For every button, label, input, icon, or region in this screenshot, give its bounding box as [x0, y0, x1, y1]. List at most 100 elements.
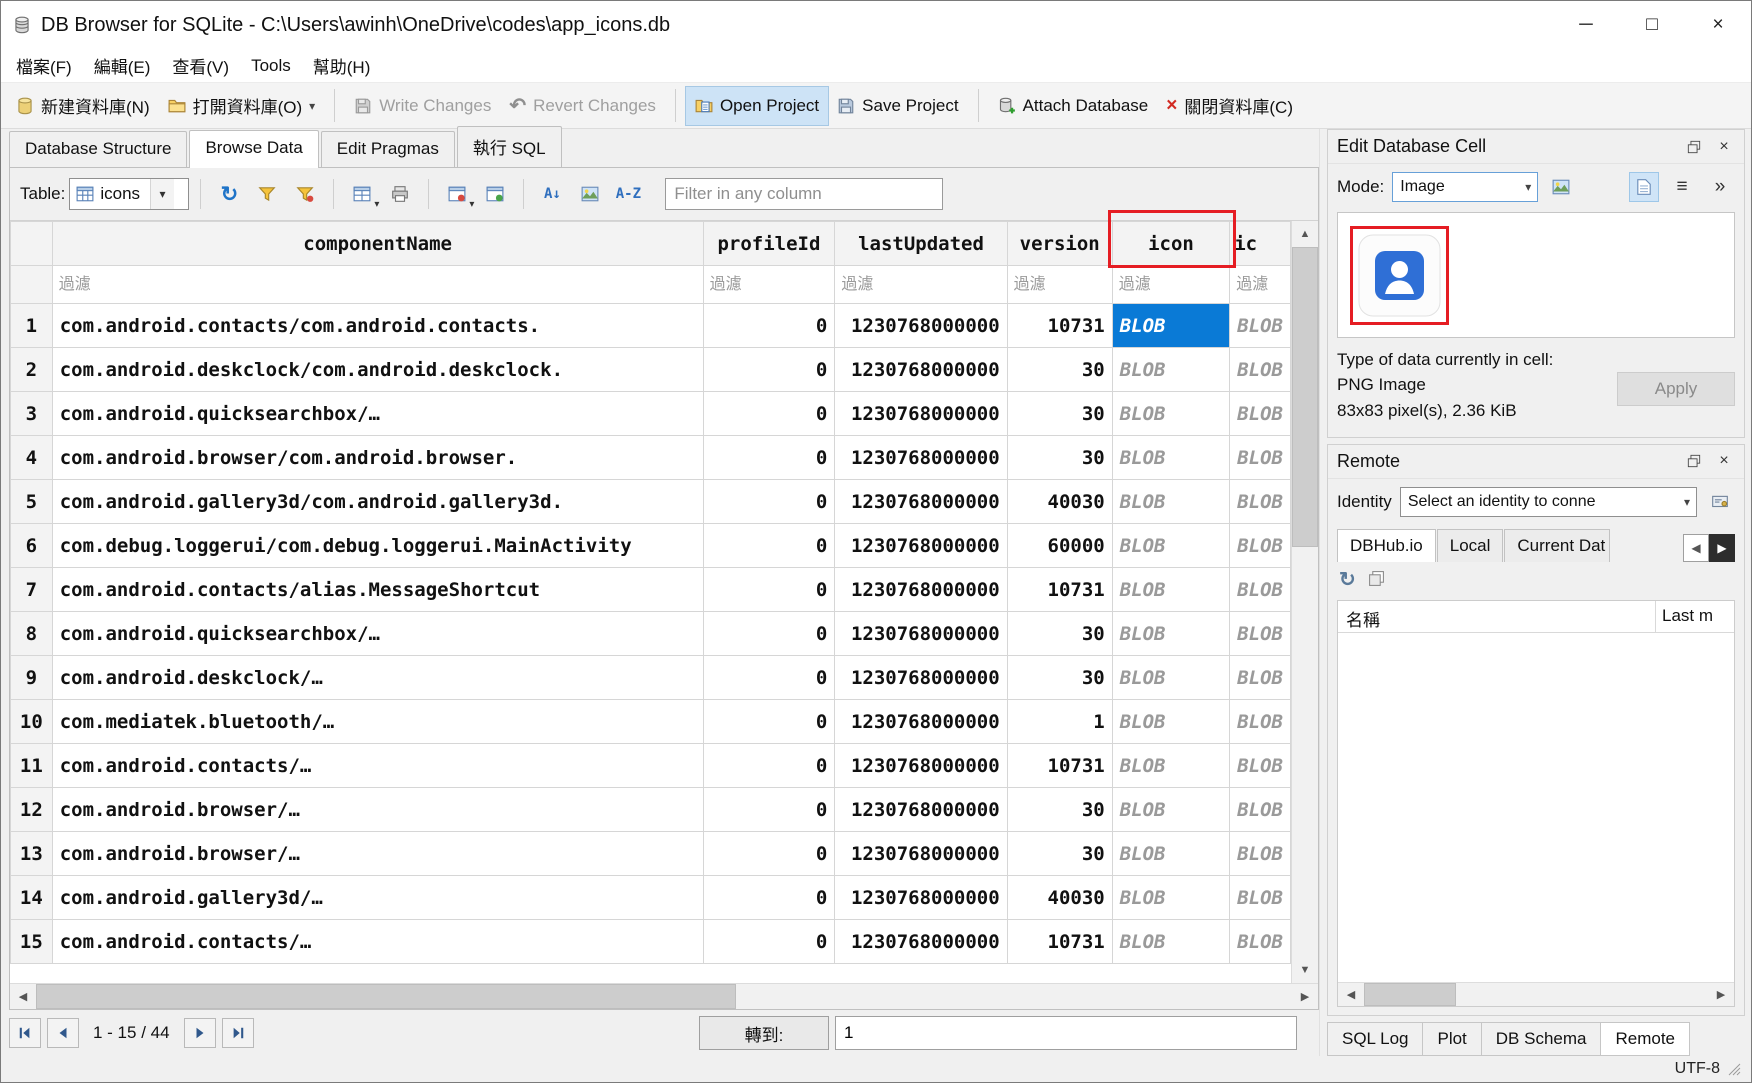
dock-tab-plot[interactable]: Plot: [1422, 1022, 1481, 1056]
minimize-button[interactable]: ─: [1553, 1, 1619, 49]
version-cell[interactable]: 30: [1007, 436, 1112, 480]
updated-cell[interactable]: 1230768000000: [835, 304, 1007, 348]
tab-browse-data[interactable]: Browse Data: [189, 130, 318, 168]
version-cell[interactable]: 30: [1007, 612, 1112, 656]
horizontal-scrollbar[interactable]: ◀ ▶: [10, 983, 1318, 1009]
remote-tab-dbhub[interactable]: DBHub.io: [1337, 529, 1436, 562]
overflow-cell[interactable]: BLOB: [1230, 436, 1291, 480]
column-header-profileId[interactable]: profileId: [703, 222, 835, 266]
row-number-cell[interactable]: 13: [11, 832, 53, 876]
open-database-button[interactable]: 打開資料庫(O) ▾: [159, 84, 325, 127]
overflow-cell[interactable]: BLOB: [1230, 524, 1291, 568]
table-selector[interactable]: icons ▾: [69, 178, 189, 210]
updated-cell[interactable]: 1230768000000: [835, 744, 1007, 788]
duplicate-record-button[interactable]: [478, 177, 512, 211]
icon-blob-cell[interactable]: BLOB: [1112, 436, 1229, 480]
version-cell[interactable]: 10731: [1007, 304, 1112, 348]
profile-cell[interactable]: 0: [703, 876, 835, 920]
version-cell[interactable]: 10731: [1007, 920, 1112, 964]
identity-selector[interactable]: Select an identity to conne ▾: [1400, 487, 1697, 517]
icon-blob-cell[interactable]: BLOB: [1112, 656, 1229, 700]
table-selector-dropdown-icon[interactable]: ▾: [150, 179, 174, 209]
open-project-button[interactable]: Open Project: [686, 87, 828, 125]
scroll-left-icon[interactable]: ◀: [10, 984, 36, 1009]
updated-cell[interactable]: 1230768000000: [835, 700, 1007, 744]
version-cell[interactable]: 40030: [1007, 480, 1112, 524]
overflow-cell[interactable]: BLOB: [1230, 612, 1291, 656]
filter-input-componentName[interactable]: [53, 266, 703, 303]
component-cell[interactable]: com.android.contacts/alias.MessageShortc…: [52, 568, 703, 612]
version-cell[interactable]: 60000: [1007, 524, 1112, 568]
profile-cell[interactable]: 0: [703, 612, 835, 656]
column-header-lastUpdated[interactable]: lastUpdated: [835, 222, 1007, 266]
component-cell[interactable]: com.android.gallery3d/com.android.galler…: [52, 480, 703, 524]
goto-input[interactable]: [835, 1016, 1297, 1050]
maximize-button[interactable]: □: [1619, 1, 1685, 49]
tab-edit-pragmas[interactable]: Edit Pragmas: [321, 131, 455, 167]
overflow-cell[interactable]: BLOB: [1230, 480, 1291, 524]
vertical-scroll-thumb[interactable]: [1292, 247, 1318, 547]
remote-name-column-header[interactable]: 名稱: [1338, 601, 1656, 632]
last-record-button[interactable]: [222, 1018, 254, 1048]
row-number-cell[interactable]: 3: [11, 392, 53, 436]
overflow-cell[interactable]: BLOB: [1230, 304, 1291, 348]
component-cell[interactable]: com.android.quicksearchbox/…: [52, 392, 703, 436]
profile-cell[interactable]: 0: [703, 304, 835, 348]
updated-cell[interactable]: 1230768000000: [835, 348, 1007, 392]
profile-cell[interactable]: 0: [703, 436, 835, 480]
previous-record-button[interactable]: [47, 1018, 79, 1048]
version-cell[interactable]: 30: [1007, 832, 1112, 876]
profile-cell[interactable]: 0: [703, 568, 835, 612]
overflow-cell[interactable]: BLOB: [1230, 832, 1291, 876]
attach-database-button[interactable]: Attach Database: [989, 87, 1158, 125]
filter-input-profileId[interactable]: [704, 266, 835, 303]
icon-blob-cell[interactable]: BLOB: [1112, 788, 1229, 832]
overflow-cell[interactable]: BLOB: [1230, 920, 1291, 964]
profile-cell[interactable]: 0: [703, 480, 835, 524]
remote-refresh-icon[interactable]: ↻: [1339, 570, 1356, 592]
overflow-cell[interactable]: BLOB: [1230, 700, 1291, 744]
profile-cell[interactable]: 0: [703, 524, 835, 568]
component-cell[interactable]: com.android.browser/com.android.browser.: [52, 436, 703, 480]
row-number-cell[interactable]: 14: [11, 876, 53, 920]
panel-overflow-button[interactable]: »: [1705, 172, 1735, 202]
component-cell[interactable]: com.mediatek.bluetooth/…: [52, 700, 703, 744]
version-cell[interactable]: 40030: [1007, 876, 1112, 920]
float-panel-icon[interactable]: [1683, 136, 1705, 158]
version-cell[interactable]: 10731: [1007, 568, 1112, 612]
remote-tab-current-database[interactable]: Current Dat: [1504, 529, 1610, 562]
overflow-cell[interactable]: BLOB: [1230, 392, 1291, 436]
component-cell[interactable]: com.android.contacts/com.android.contact…: [52, 304, 703, 348]
tab-scroll-right-icon[interactable]: ▶: [1709, 534, 1735, 562]
profile-cell[interactable]: 0: [703, 700, 835, 744]
menu-edit[interactable]: 編輯(E): [83, 48, 162, 83]
row-number-cell[interactable]: 9: [11, 656, 53, 700]
icon-blob-cell[interactable]: BLOB: [1112, 700, 1229, 744]
column-header-icon[interactable]: icon: [1112, 222, 1229, 266]
save-project-button[interactable]: Save Project: [828, 87, 967, 125]
version-cell[interactable]: 30: [1007, 788, 1112, 832]
open-database-dropdown-icon[interactable]: ▾: [309, 99, 315, 113]
profile-cell[interactable]: 0: [703, 656, 835, 700]
version-cell[interactable]: 30: [1007, 656, 1112, 700]
profile-cell[interactable]: 0: [703, 832, 835, 876]
component-cell[interactable]: com.android.browser/…: [52, 832, 703, 876]
delete-record-button[interactable]: ▾: [440, 177, 474, 211]
tab-scroll-left-icon[interactable]: ◀: [1683, 534, 1709, 562]
icon-blob-cell[interactable]: BLOB: [1112, 832, 1229, 876]
component-cell[interactable]: com.debug.loggerui/com.debug.loggerui.Ma…: [52, 524, 703, 568]
overflow-cell[interactable]: BLOB: [1230, 788, 1291, 832]
updated-cell[interactable]: 1230768000000: [835, 656, 1007, 700]
scroll-down-icon[interactable]: ▼: [1292, 957, 1318, 983]
tab-execute-sql[interactable]: 執行 SQL: [457, 126, 562, 167]
profile-cell[interactable]: 0: [703, 392, 835, 436]
filter-input-partial[interactable]: [1230, 266, 1290, 303]
component-cell[interactable]: com.android.deskclock/com.android.deskcl…: [52, 348, 703, 392]
write-changes-button[interactable]: Write Changes: [345, 87, 500, 125]
icon-blob-cell[interactable]: BLOB: [1112, 920, 1229, 964]
row-number-cell[interactable]: 8: [11, 612, 53, 656]
icon-blob-cell[interactable]: BLOB: [1112, 876, 1229, 920]
updated-cell[interactable]: 1230768000000: [835, 392, 1007, 436]
image-mode-button[interactable]: [573, 177, 607, 211]
component-cell[interactable]: com.android.gallery3d/…: [52, 876, 703, 920]
